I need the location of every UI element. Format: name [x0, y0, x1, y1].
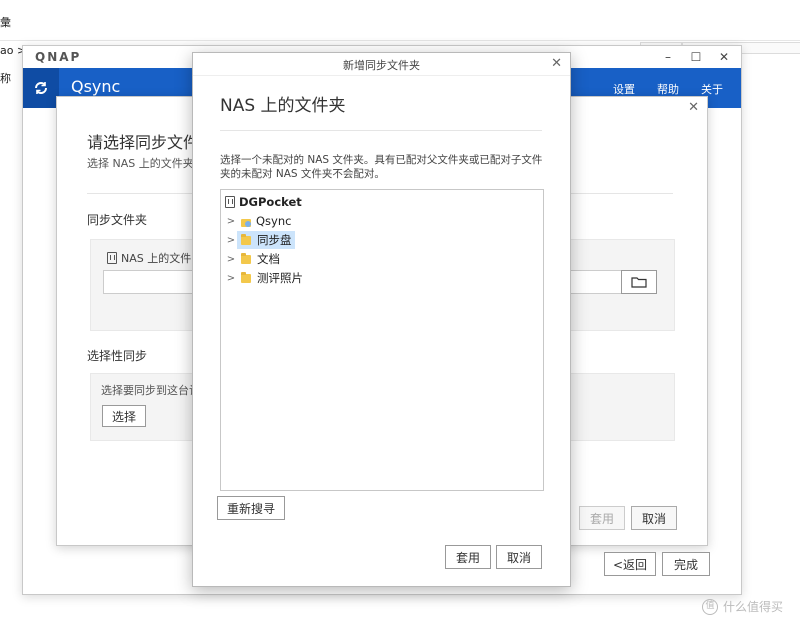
divider	[220, 130, 542, 131]
nav-about[interactable]: 关于	[701, 81, 723, 97]
minimize-button[interactable]: –	[657, 48, 679, 66]
sync-icon	[23, 68, 59, 108]
qnap-logo: QNAP	[35, 50, 82, 64]
chevron-right-icon[interactable]: >	[225, 216, 237, 227]
selective-sync-desc: 选择要同步到这台计	[101, 384, 200, 397]
dialog-cancel-button[interactable]: 取消	[496, 545, 542, 569]
select-button[interactable]: 选择	[102, 405, 146, 427]
tree-item-label: Qsync	[256, 214, 292, 228]
tree-root-label: DGPocket	[239, 195, 302, 209]
tree-item-selected[interactable]: > 同步盘	[225, 231, 295, 249]
folder-icon	[241, 271, 251, 283]
selective-sync-heading: 选择性同步	[87, 349, 148, 363]
dialog-title: 新增同步文件夹	[343, 59, 420, 72]
folder-icon	[631, 277, 647, 288]
wizard-close-icon[interactable]: ✕	[688, 100, 699, 115]
chevron-right-icon[interactable]: >	[225, 254, 237, 265]
tree-item[interactable]: > 测评照片	[225, 269, 303, 287]
nav-settings[interactable]: 设置	[613, 81, 635, 97]
folder-icon	[241, 252, 251, 264]
back-button[interactable]: <返回	[604, 552, 656, 576]
folder-tree[interactable]: DGPocket > Qsync > 同步盘 > 文档 > 测评照片	[220, 189, 544, 491]
watermark-text: 什么值得买	[723, 600, 784, 614]
rescan-button[interactable]: 重新搜寻	[217, 496, 285, 520]
wizard-subtitle: 选择 NAS 上的文件夹和	[87, 157, 205, 170]
tree-item-label: 同步盘	[257, 233, 292, 247]
watermark-icon: 值	[702, 598, 718, 615]
maximize-button[interactable]: ☐	[685, 48, 707, 66]
folder-icon	[241, 233, 251, 245]
sync-folder-heading: 同步文件夹	[87, 213, 148, 227]
tree-item-label: 测评照片	[257, 271, 303, 285]
dialog-heading: NAS 上的文件夹	[220, 96, 346, 116]
tree-item-label: 文档	[257, 252, 280, 266]
tree-item[interactable]: > 文档	[225, 250, 280, 268]
wizard-cancel-button[interactable]: 取消	[631, 506, 677, 530]
qsync-folder-icon	[241, 216, 251, 227]
dialog-titlebar: 新增同步文件夹 ✕	[193, 53, 570, 76]
nas-icon	[225, 196, 235, 208]
add-sync-folder-dialog: 新增同步文件夹 ✕ NAS 上的文件夹 选择一个未配对的 NAS 文件夹。具有已…	[192, 52, 571, 587]
background-column-label: 称	[0, 72, 11, 85]
close-window-button[interactable]: ✕	[713, 48, 735, 66]
dialog-apply-button[interactable]: 套用	[445, 545, 491, 569]
watermark: 值 什么值得买	[702, 598, 783, 615]
chevron-right-icon[interactable]: >	[225, 273, 237, 284]
wizard-apply-button[interactable]: 套用	[579, 506, 625, 530]
browse-folder-button[interactable]	[621, 270, 657, 294]
dialog-close-icon[interactable]: ✕	[551, 56, 562, 71]
background-glyph: 彙	[0, 16, 11, 29]
finish-button[interactable]: 完成	[662, 552, 710, 576]
app-name: Qsync	[71, 77, 121, 96]
background-window-toolbar	[0, 0, 800, 41]
tree-root[interactable]: DGPocket	[225, 193, 302, 211]
dialog-description: 选择一个未配对的 NAS 文件夹。具有已配对父文件夹或已配对子文件夹的未配对 N…	[220, 154, 543, 180]
nas-folder-label: NAS 上的文件	[121, 252, 192, 265]
nav-help[interactable]: 帮助	[657, 81, 679, 97]
chevron-right-icon[interactable]: >	[225, 235, 237, 246]
nas-icon	[107, 252, 117, 264]
nas-folder-input[interactable]	[103, 270, 205, 294]
tree-item[interactable]: > Qsync	[225, 212, 292, 230]
